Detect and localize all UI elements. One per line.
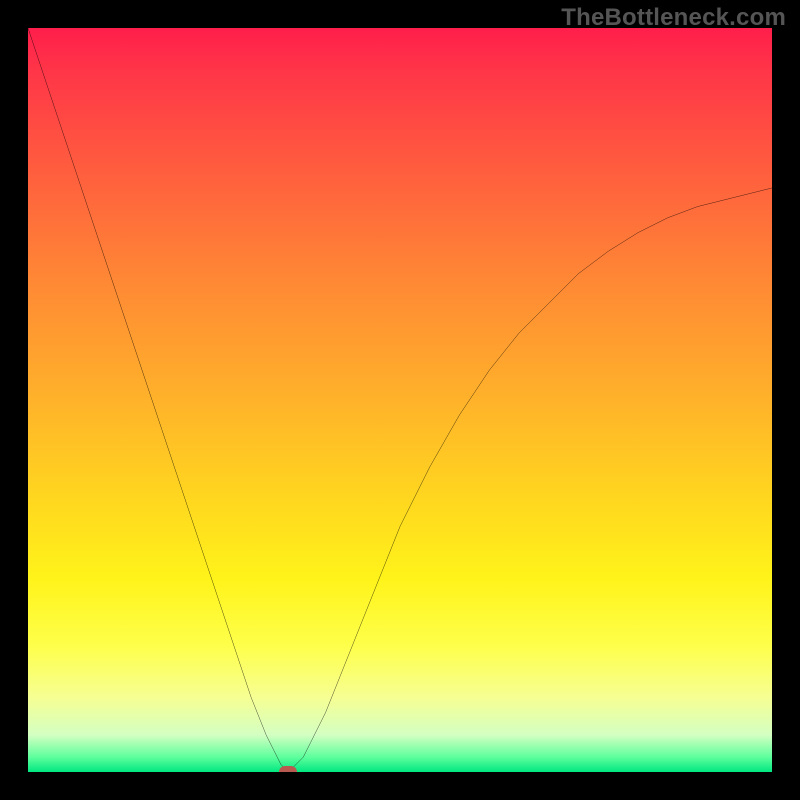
curve-svg (28, 28, 772, 772)
bottleneck-curve (28, 28, 772, 772)
chart-frame: TheBottleneck.com (0, 0, 800, 800)
optimum-marker (279, 766, 297, 772)
watermark-text: TheBottleneck.com (561, 4, 786, 32)
plot-area (28, 28, 772, 772)
